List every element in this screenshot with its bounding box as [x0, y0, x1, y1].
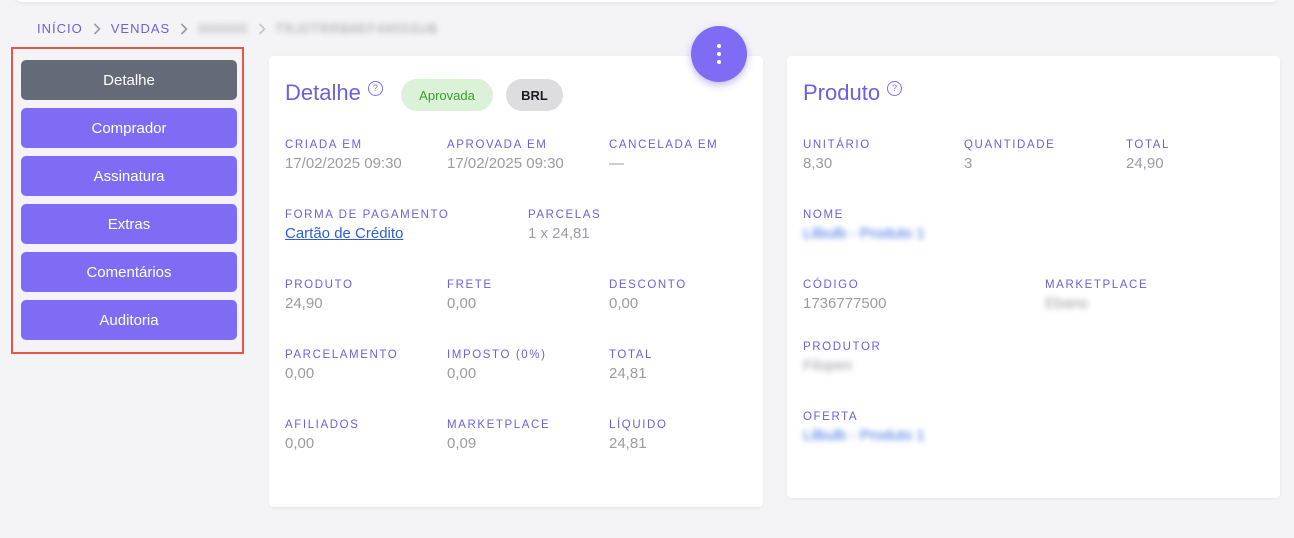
product-amount-value: 24,90 [285, 295, 323, 312]
offer-label: OFERTA [803, 411, 859, 423]
created-label: CRIADA EM [285, 139, 363, 151]
quantity-value: 3 [964, 155, 973, 172]
breadcrumb-current: TRJ0TRRB8EF49553UB [275, 21, 439, 36]
product-amount-field: PRODUTO 24,90 [285, 279, 354, 312]
tax-value: 0,00 [447, 365, 477, 382]
net-value: 24,81 [609, 435, 647, 452]
nav-detalhe-button[interactable]: Detalhe [21, 60, 237, 100]
installment-fee-label: PARCELAMENTO [285, 349, 399, 361]
nav-assinatura-button[interactable]: Assinatura [21, 156, 237, 196]
nav-auditoria-button[interactable]: Auditoria [21, 300, 237, 340]
payment-method-link[interactable]: Cartão de Crédito [285, 225, 449, 242]
product-code-label: CÓDIGO [803, 279, 860, 291]
offer-field: OFERTA Lilbulb - Produto 1 [803, 411, 925, 444]
product-code-value: 1736777500 [803, 295, 887, 312]
detail-card: Detalhe ? Aprovada BRL CRIADA EM 17/02/2… [269, 56, 763, 507]
producer-value: Filopen [803, 357, 853, 374]
producer-field: PRODUTOR Filopen [803, 341, 881, 374]
unit-price-value: 8,30 [803, 155, 833, 172]
nav-comprador-button[interactable]: Comprador [21, 108, 237, 148]
product-name-label: NOME [803, 209, 844, 221]
tax-label: IMPOSTO (0%) [447, 349, 547, 361]
breadcrumb-home-link[interactable]: INÍCIO [37, 21, 83, 36]
product-total-label: TOTAL [1126, 139, 1170, 151]
marketplace-fee-label: MARKETPLACE [447, 419, 551, 431]
tax-field: IMPOSTO (0%) 0,00 [447, 349, 547, 382]
product-total-field: TOTAL 24,90 [1126, 139, 1170, 172]
total-value: 24,81 [609, 365, 647, 382]
quantity-field: QUANTIDADE 3 [964, 139, 1055, 172]
product-marketplace-value: Ebano [1045, 295, 1089, 312]
installments-label: PARCELAS [528, 209, 602, 221]
discount-value: 0,00 [609, 295, 639, 312]
approved-label: APROVADA EM [447, 139, 548, 151]
chevron-right-icon [258, 22, 266, 35]
product-marketplace-label: MARKETPLACE [1045, 279, 1149, 291]
more-actions-button[interactable] [691, 26, 747, 82]
product-name-field: NOME Lilbulb - Produto 1 [803, 209, 925, 242]
discount-label: DESCONTO [609, 279, 687, 291]
status-badge: Aprovada [401, 79, 493, 111]
top-bar [16, 0, 1278, 2]
payment-label: FORMA DE PAGAMENTO [285, 209, 450, 221]
affiliates-field: AFILIADOS 0,00 [285, 419, 359, 452]
installments-value: 1 x 24,81 [528, 225, 590, 242]
shipping-field: FRETE 0,00 [447, 279, 493, 312]
detail-title-text: Detalhe [285, 80, 361, 105]
installment-fee-value: 0,00 [285, 365, 315, 382]
currency-badge: BRL [506, 79, 563, 111]
discount-field: DESCONTO 0,00 [609, 279, 687, 312]
more-vertical-icon [717, 44, 721, 48]
nav-extras-button[interactable]: Extras [21, 204, 237, 244]
marketplace-fee-value: 0,09 [447, 435, 477, 452]
approved-field: APROVADA EM 17/02/2025 09:30 [447, 139, 564, 172]
quantity-label: QUANTIDADE [964, 139, 1056, 151]
unit-price-field: UNITÁRIO 8,30 [803, 139, 871, 172]
chevron-right-icon [180, 22, 188, 35]
cancelled-label: CANCELADA EM [609, 139, 719, 151]
cancelled-value: — [609, 155, 624, 172]
payment-field: FORMA DE PAGAMENTO Cartão de Crédito [285, 209, 449, 242]
more-vertical-icon-dot [717, 60, 721, 64]
help-icon[interactable]: ? [367, 80, 383, 96]
installment-fee-field: PARCELAMENTO 0,00 [285, 349, 398, 382]
producer-label: PRODUTOR [803, 341, 882, 353]
product-marketplace-field: MARKETPLACE Ebano [1045, 279, 1148, 312]
offer-link[interactable]: Lilbulb - Produto 1 [803, 427, 925, 444]
nav-comentarios-button[interactable]: Comentários [21, 252, 237, 292]
shipping-label: FRETE [447, 279, 493, 291]
product-name-link[interactable]: Lilbulb - Produto 1 [803, 225, 925, 242]
product-total-value: 24,90 [1126, 155, 1164, 172]
unit-price-label: UNITÁRIO [803, 139, 871, 151]
breadcrumb: INÍCIO VENDAS 000000 TRJ0TRRB8EF49553UB [37, 21, 438, 36]
total-label: TOTAL [609, 349, 653, 361]
affiliates-label: AFILIADOS [285, 419, 360, 431]
created-value: 17/02/2025 09:30 [285, 155, 402, 172]
created-field: CRIADA EM 17/02/2025 09:30 [285, 139, 402, 172]
detail-title: Detalhe ? [285, 80, 383, 106]
shipping-value: 0,00 [447, 295, 477, 312]
more-vertical-icon-dot [717, 52, 721, 56]
help-icon[interactable]: ? [887, 80, 903, 96]
net-label: LÍQUIDO [609, 419, 668, 431]
net-field: LÍQUIDO 24,81 [609, 419, 668, 452]
cancelled-field: CANCELADA EM — [609, 139, 718, 172]
total-field: TOTAL 24,81 [609, 349, 653, 382]
marketplace-fee-field: MARKETPLACE 0,09 [447, 419, 550, 452]
product-code-field: CÓDIGO 1736777500 [803, 279, 886, 312]
product-card: Produto ? UNITÁRIO 8,30 QUANTIDADE 3 TOT… [787, 56, 1280, 498]
approved-value: 17/02/2025 09:30 [447, 155, 564, 172]
affiliates-value: 0,00 [285, 435, 315, 452]
chevron-right-icon [93, 22, 101, 35]
installments-field: PARCELAS 1 x 24,81 [528, 209, 601, 242]
breadcrumb-sales-link[interactable]: VENDAS [111, 21, 170, 36]
detail-section-menu: Detalhe Comprador Assinatura Extras Come… [11, 47, 244, 354]
breadcrumb-blurred-link[interactable]: 000000 [198, 21, 247, 36]
product-title-text: Produto [803, 80, 881, 105]
product-amount-label: PRODUTO [285, 279, 354, 291]
product-title: Produto ? [803, 80, 903, 106]
